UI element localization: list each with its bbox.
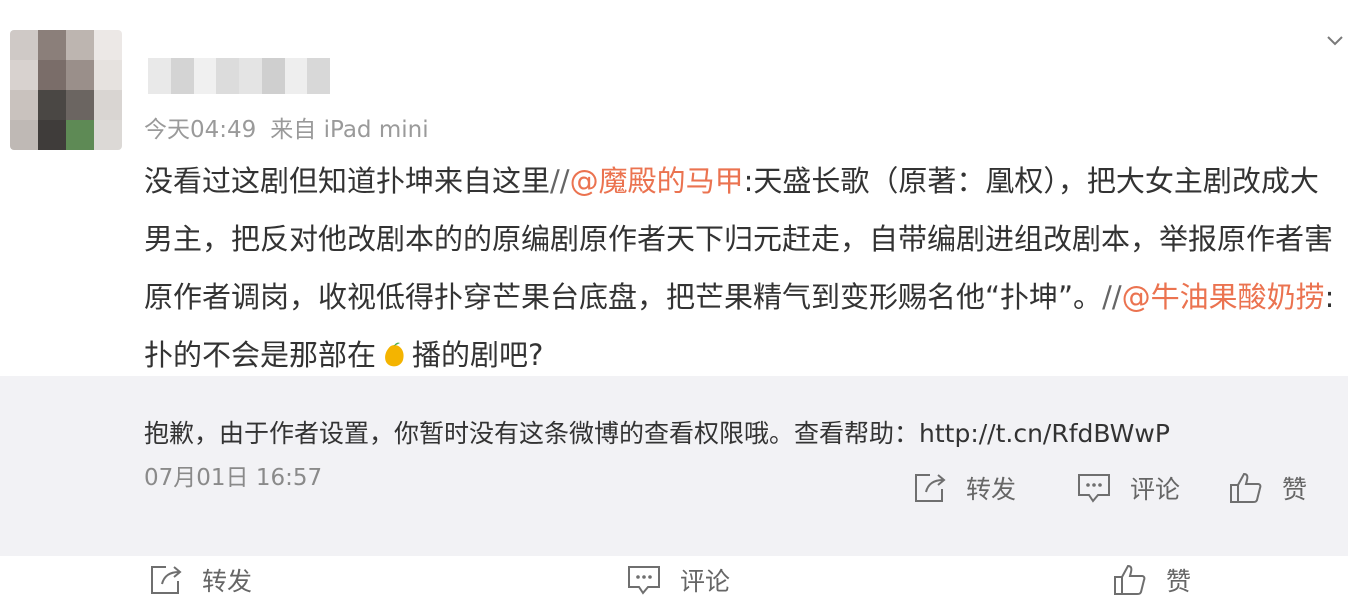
thumbs-up-icon [1230,472,1262,503]
forward-icon [151,566,182,594]
like-button[interactable]: 赞 [1112,562,1191,598]
post-time[interactable]: 今天04:49 [144,117,256,143]
repost-forward-button[interactable]: 转发 [912,470,1016,506]
mention-link[interactable]: @魔殿的马甲 [570,164,744,198]
avatar[interactable] [10,30,122,150]
mango-emoji-icon [385,342,404,367]
comment-label: 评论 [680,567,731,596]
comment-icon [628,566,660,595]
forward-label: 转发 [202,567,253,596]
comment-label: 评论 [1130,475,1181,504]
post-text: 播的剧吧? [412,338,544,372]
repost-like-button[interactable]: 赞 [1228,470,1307,506]
forward-label: 转发 [966,475,1017,504]
post-content: 没看过这剧但知道扑坤来自这里//@魔殿的马甲:天盛长歌（原著：凰权），把大女主剧… [144,152,1344,384]
repost-time[interactable]: 07月01日 16:57 [144,458,322,492]
like-label: 赞 [1282,475,1308,504]
repost-separator: // [550,164,570,198]
post-source: 来自 iPad mini [270,117,429,143]
like-label: 赞 [1166,567,1192,596]
thumbs-up-icon [1114,564,1146,595]
comment-icon [1078,474,1110,503]
post-text: 没看过这剧但知道扑坤来自这里 [144,164,551,198]
repost-comment-button[interactable]: 评论 [1076,470,1180,506]
repost-separator: // [1102,280,1122,314]
forward-button[interactable]: 转发 [148,562,252,598]
forward-icon [915,474,946,502]
post-meta: 今天04:49 来自 iPad mini [144,110,429,144]
username-blurred[interactable] [148,58,330,94]
chevron-down-icon[interactable] [1326,34,1344,48]
mention-link[interactable]: @牛油果酸奶捞 [1122,280,1325,314]
repost-unavailable-notice: 抱歉，由于作者设置，你暂时没有这条微博的查看权限哦。查看帮助：http://t.… [144,419,1170,448]
comment-button[interactable]: 评论 [626,562,730,598]
